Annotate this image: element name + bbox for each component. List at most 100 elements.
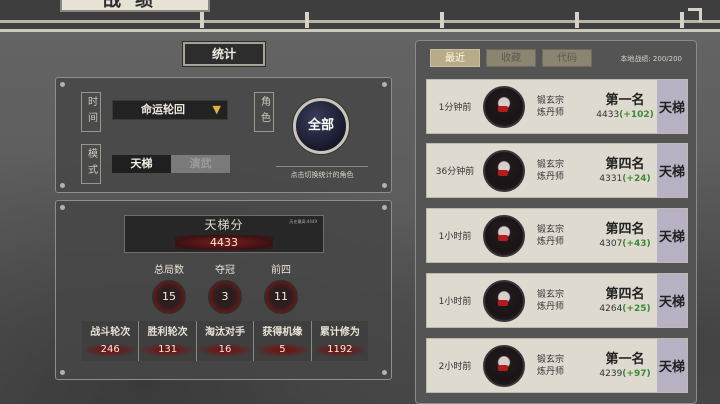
stat-value: 11 — [264, 280, 298, 314]
rail-post — [680, 12, 684, 28]
record-delta: (+25) — [622, 304, 651, 314]
record-sect: 锻玄宗 — [537, 289, 565, 300]
mode-toggle: 天梯 演武 — [112, 155, 230, 173]
record-profession: 炼丹师 — [537, 301, 565, 312]
time-dropdown[interactable]: 命运轮回 ▼ — [112, 100, 228, 120]
all-roles-button[interactable]: 全部 — [293, 98, 349, 154]
ladder-score-best: 历史最高:4449 — [289, 219, 317, 224]
record-delta: (+102) — [619, 110, 654, 120]
record-score: 4433 — [596, 110, 620, 120]
record-rank-box: 第一名 4239(+97) — [593, 339, 657, 392]
record-profession: 炼丹师 — [537, 171, 565, 182]
record-time: 1分钟前 — [438, 103, 472, 113]
record-sect: 锻玄宗 — [537, 95, 565, 106]
detail-label: 获得机缘 — [262, 327, 303, 338]
filter-panel: 时间 命运轮回 ▼ 角色 模式 天梯 演武 全部 点击切换统计的角色 — [55, 77, 392, 193]
avatar — [483, 86, 525, 128]
record-sect: 锻玄宗 — [537, 354, 565, 365]
history-record[interactable]: 36分钟前 锻玄宗 炼丹师 第四名 4331(+24) 天梯 — [426, 143, 688, 198]
local-record-count: 本地战绩: 200/200 — [620, 55, 682, 63]
stat-label: 夺冠 — [215, 265, 235, 276]
tab-code[interactable]: 代码 — [542, 49, 592, 67]
detail-value: 246 — [82, 343, 139, 357]
record-rank: 第四名 — [605, 222, 645, 237]
detail-eliminations: 淘汰对手 16 — [195, 321, 254, 361]
mode-label: 模式 — [81, 144, 101, 184]
page-title: 战绩 — [60, 0, 210, 12]
detail-label: 淘汰对手 — [205, 327, 246, 338]
detail-stats-row: 战斗轮次 246 胜利轮次 131 淘汰对手 16 获得机缘 5 累计修为 11… — [82, 321, 369, 361]
record-profession: 炼丹师 — [537, 366, 565, 377]
record-delta: (+43) — [622, 239, 651, 249]
time-dropdown-value: 命运轮回 — [141, 103, 185, 116]
record-rank: 第四名 — [605, 287, 645, 302]
record-rank: 第一名 — [605, 93, 645, 108]
chevron-down-icon: ▼ — [212, 103, 221, 116]
record-clan: 锻玄宗 炼丹师 — [537, 144, 593, 197]
avatar — [483, 150, 525, 192]
stat-value: 15 — [152, 280, 186, 314]
corner-ornament-icon — [688, 8, 702, 22]
record-profession: 炼丹师 — [537, 107, 565, 118]
top-bar: 战绩 — [0, 0, 720, 32]
detail-win-rounds: 胜利轮次 131 — [138, 321, 196, 361]
record-clan: 锻玄宗 炼丹师 — [537, 339, 593, 392]
mode-option-practice[interactable]: 演武 — [171, 155, 230, 173]
ladder-score-value: 4433 — [175, 235, 273, 250]
record-mode: 天梯 — [657, 209, 687, 262]
stat-label: 总局数 — [154, 265, 184, 276]
detail-value: 5 — [254, 343, 311, 357]
detail-opportunities: 获得机缘 5 — [253, 321, 311, 361]
rivet-icon — [382, 205, 387, 210]
history-panel: 最近 收藏 代码 本地战绩: 200/200 1分钟前 锻玄宗 炼丹师 第一名 … — [415, 40, 697, 404]
record-clan: 锻玄宗 炼丹师 — [537, 80, 593, 133]
record-mode: 天梯 — [657, 274, 687, 327]
detail-label: 战斗轮次 — [90, 327, 131, 338]
record-score: 4264 — [599, 304, 623, 314]
mode-option-ladder[interactable]: 天梯 — [112, 155, 171, 173]
record-score: 4307 — [599, 239, 623, 249]
rivet-icon — [382, 82, 387, 87]
history-tabs: 最近 收藏 代码 — [430, 49, 592, 67]
record-score-line: 4264(+25) — [593, 304, 657, 314]
tab-favorites[interactable]: 收藏 — [486, 49, 536, 67]
role-label: 角色 — [254, 92, 274, 132]
history-record[interactable]: 1分钟前 锻玄宗 炼丹师 第一名 4433(+102) 天梯 — [426, 79, 688, 134]
rail-post — [305, 12, 309, 28]
stat-value: 3 — [208, 280, 242, 314]
rivet-icon — [60, 183, 65, 188]
rail-post — [440, 12, 444, 28]
avatar — [483, 215, 525, 257]
history-record[interactable]: 2小时前 锻玄宗 炼丹师 第一名 4239(+97) 天梯 — [426, 338, 688, 393]
history-record[interactable]: 1小时前 锻玄宗 炼丹师 第四名 4307(+43) 天梯 — [426, 208, 688, 263]
record-rank-box: 第一名 4433(+102) — [593, 80, 657, 133]
history-record[interactable]: 1小时前 锻玄宗 炼丹师 第四名 4264(+25) 天梯 — [426, 273, 688, 328]
avatar — [483, 345, 525, 387]
record-rank: 第四名 — [605, 157, 645, 172]
record-mode: 天梯 — [657, 80, 687, 133]
stat-total-games: 总局数 15 — [149, 261, 189, 314]
rivet-icon — [60, 205, 65, 210]
stats-tab[interactable]: 统计 — [182, 41, 266, 67]
record-rank-box: 第四名 4307(+43) — [593, 209, 657, 262]
record-sect: 锻玄宗 — [537, 224, 565, 235]
record-mode: 天梯 — [657, 339, 687, 392]
detail-value: 131 — [139, 343, 196, 357]
record-score: 4239 — [599, 369, 623, 379]
record-score-line: 4239(+97) — [593, 369, 657, 379]
stat-wins: 夺冠 3 — [205, 261, 245, 314]
detail-value: 1192 — [311, 343, 369, 357]
detail-label: 胜利轮次 — [147, 327, 188, 338]
record-rank-box: 第四名 4264(+25) — [593, 274, 657, 327]
record-time: 36分钟前 — [435, 167, 475, 177]
record-clan: 锻玄宗 炼丹师 — [537, 209, 593, 262]
rivet-icon — [382, 183, 387, 188]
tab-recent[interactable]: 最近 — [430, 49, 480, 67]
score-panel: 天梯分 历史最高:4449 4433 总局数 15 夺冠 3 前四 11 战斗轮… — [55, 200, 392, 380]
record-rank: 第一名 — [605, 352, 645, 367]
ladder-score-box: 天梯分 历史最高:4449 4433 — [124, 215, 324, 253]
rivet-icon — [60, 370, 65, 375]
record-delta: (+24) — [622, 174, 651, 184]
record-time: 2小时前 — [438, 362, 472, 372]
rivet-icon — [60, 82, 65, 87]
